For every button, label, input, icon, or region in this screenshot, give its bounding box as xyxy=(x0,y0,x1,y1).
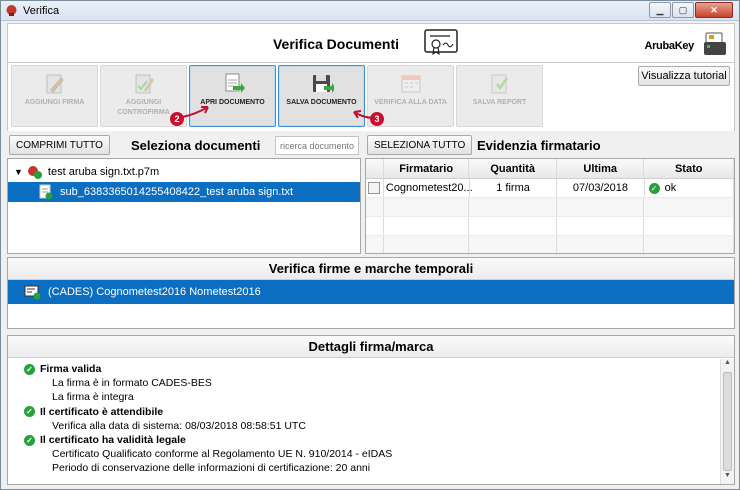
countersign-icon xyxy=(135,74,154,94)
detail-text: La firma è integra xyxy=(52,391,134,404)
signatures-title: Verifica firme e marche temporali xyxy=(8,258,734,280)
signature-label: (CADES) Cognometest2016 Nometest2016 xyxy=(48,286,261,298)
scroll-down-icon[interactable]: ▼ xyxy=(721,472,734,484)
details-body: ✓ Firma valida La firma è in formato CADE… xyxy=(8,359,720,484)
seleziona-tutto-button[interactable]: SELEZIONA TUTTO xyxy=(367,135,473,155)
empty-row xyxy=(366,198,734,217)
ok-check-icon: ✓ xyxy=(24,406,35,418)
detail-line: ✓ Il certificato è attendibile xyxy=(8,405,720,419)
certificate-icon xyxy=(424,29,458,56)
visualizza-tutorial-button[interactable]: Visualizza tutorial xyxy=(638,66,730,86)
table-row[interactable]: Cognometest20... 1 firma 07/03/2018 ✓ ok xyxy=(366,179,734,198)
smartcard-reader-icon xyxy=(704,32,726,55)
window-title: Verifica xyxy=(23,4,60,17)
signer-title: Evidenzia firmatario xyxy=(477,138,601,153)
cell-stato: ✓ ok xyxy=(645,179,734,197)
text-file-icon xyxy=(39,184,53,200)
tree-item-p7m[interactable]: ▼ test aruba sign.txt.p7m xyxy=(8,162,360,182)
pen-document-icon xyxy=(46,74,64,94)
comprimi-tutto-button[interactable]: COMPRIMI TUTTO xyxy=(9,135,110,155)
scroll-up-icon[interactable]: ▲ xyxy=(721,359,734,371)
callout-badge-3: 3 xyxy=(370,112,384,126)
tree-item-label: sub_6383365014255408422_test aruba sign.… xyxy=(60,186,294,198)
empty-row xyxy=(366,217,734,236)
detail-text: Certificato Qualificato conforme al Rego… xyxy=(52,448,393,461)
verifica-window: Verifica ▁ ▢ ✕ Verifica Documenti ArubaK… xyxy=(0,0,740,490)
col-ultima[interactable]: Ultima xyxy=(557,159,645,178)
salva-report-button[interactable]: SALVA REPORT xyxy=(456,65,543,127)
signer-header: SELEZIONA TUTTO Evidenzia firmatario xyxy=(365,134,735,158)
row-checkbox[interactable] xyxy=(368,182,381,194)
aggiungi-firma-button[interactable]: AGGIUNGI FIRMA xyxy=(11,65,98,127)
signer-panel: SELEZIONA TUTTO Evidenzia firmatario Fir… xyxy=(365,134,735,254)
header-checkbox-col xyxy=(366,159,384,178)
col-stato[interactable]: Stato xyxy=(644,159,734,178)
details-title: Dettagli firma/marca xyxy=(8,336,734,358)
empty-row xyxy=(366,236,734,253)
window-controls: ▁ ▢ ✕ xyxy=(649,2,733,18)
signer-table: Firmatario Quantità Ultima Stato Cognome… xyxy=(365,158,735,254)
callout-badge-2: 2 xyxy=(170,112,184,126)
col-firmatario[interactable]: Firmatario xyxy=(384,159,470,178)
app-seal-icon xyxy=(6,5,17,16)
details-scrollbar[interactable]: ▲ ▼ xyxy=(720,359,734,484)
detail-line: Verifica alla data di sistema: 08/03/201… xyxy=(8,419,720,433)
signature-item[interactable]: (CADES) Cognometest2016 Nometest2016 xyxy=(8,280,734,304)
toolbar-label: SALVA REPORT xyxy=(472,99,527,106)
detail-line: Certificato Qualificato conforme al Rego… xyxy=(8,447,720,461)
detail-text: Verifica alla data di sistema: 08/03/201… xyxy=(52,419,306,432)
signed-file-icon xyxy=(27,166,42,179)
documents-panel: COMPRIMI TUTTO Seleziona documenti ▼ tes… xyxy=(7,134,361,254)
search-document-input[interactable] xyxy=(275,136,359,155)
open-document-icon xyxy=(225,73,245,93)
page-title: Verifica Documenti xyxy=(272,36,400,52)
minimize-button[interactable]: ▁ xyxy=(649,2,671,18)
ok-check-icon: ✓ xyxy=(24,363,35,375)
row-checkbox-cell xyxy=(366,179,384,197)
signature-cert-icon xyxy=(24,285,41,300)
maximize-button[interactable]: ▢ xyxy=(672,2,694,18)
detail-line: ✓ Il certificato ha validità legale xyxy=(8,433,720,447)
detail-text: Firma valida xyxy=(40,363,102,376)
title-bar: Verifica ▁ ▢ ✕ xyxy=(1,1,739,21)
col-quantita[interactable]: Quantità xyxy=(469,159,557,178)
toolbar-label: AGGIUNGI FIRMA xyxy=(24,99,85,106)
close-button[interactable]: ✕ xyxy=(695,2,733,18)
detail-text: La firma è in formato CADES-BES xyxy=(52,377,212,390)
signatures-section: Verifica firme e marche temporali (CADES… xyxy=(7,257,735,329)
cell-quantita: 1 firma xyxy=(470,179,558,197)
document-tree: ▼ test aruba sign.txt.p7m sub_6383365014… xyxy=(7,158,361,254)
detail-line: La firma è integra xyxy=(8,390,720,404)
app-header: Verifica Documenti ArubaKey xyxy=(7,23,735,63)
documents-header: COMPRIMI TUTTO Seleziona documenti xyxy=(7,134,361,158)
detail-text: Il certificato è attendibile xyxy=(40,405,164,418)
cell-firmatario: Cognometest20... xyxy=(384,179,473,197)
stato-text: ok xyxy=(664,182,677,194)
detail-line: Periodo di conservazione delle informazi… xyxy=(8,461,720,475)
toolbar: AGGIUNGI FIRMA AGGIUNGI CONTROFIRMA APRI… xyxy=(7,63,735,131)
ok-check-icon: ✓ xyxy=(648,182,660,194)
table-header: Firmatario Quantità Ultima Stato xyxy=(366,159,734,179)
detail-text: Il certificato ha validità legale xyxy=(40,434,186,447)
detail-text: Periodo di conservazione delle informazi… xyxy=(52,462,371,475)
cell-ultima: 07/03/2018 xyxy=(557,179,645,197)
expand-triangle-icon[interactable]: ▼ xyxy=(14,167,23,177)
save-floppy-icon xyxy=(312,75,334,93)
scroll-thumb[interactable] xyxy=(723,372,732,471)
arubakey-logo: ArubaKey xyxy=(644,40,694,52)
tree-item-txt[interactable]: sub_6383365014255408422_test aruba sign.… xyxy=(8,182,360,202)
tree-item-label: test aruba sign.txt.p7m xyxy=(47,166,160,178)
detail-line: La firma è in formato CADES-BES xyxy=(8,376,720,390)
calendar-icon xyxy=(401,75,420,93)
documents-title: Seleziona documenti xyxy=(131,138,261,153)
ok-check-icon: ✓ xyxy=(24,434,35,446)
report-icon xyxy=(491,74,508,94)
details-section: Dettagli firma/marca ✓ Firma valida La fi… xyxy=(7,335,735,485)
detail-line: ✓ Firma valida xyxy=(8,362,720,376)
